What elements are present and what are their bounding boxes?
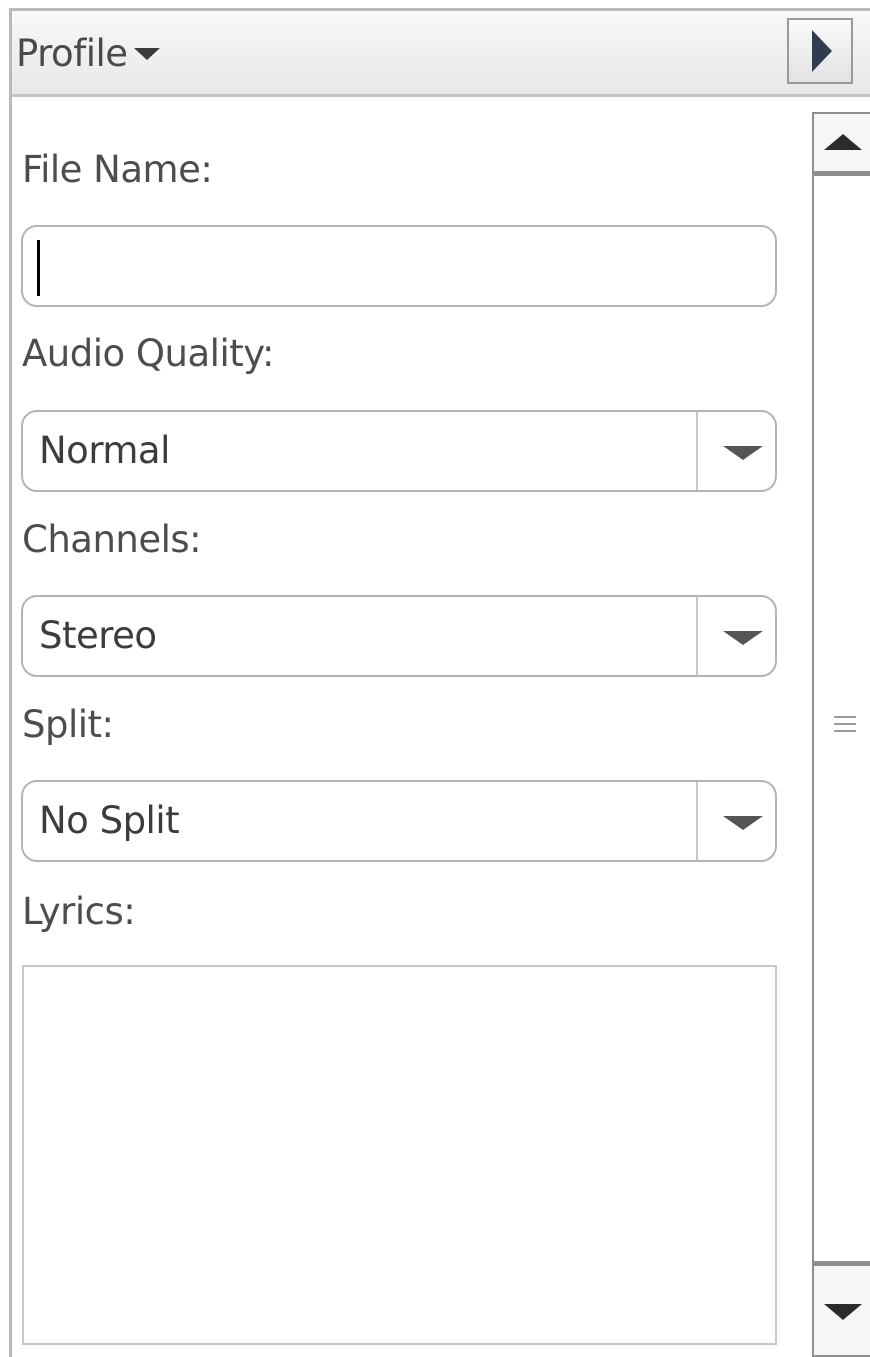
file-name-input[interactable]	[21, 225, 777, 307]
play-right-icon	[812, 30, 832, 72]
audio-quality-label: Audio Quality:	[22, 332, 274, 375]
chevron-down-icon[interactable]	[723, 446, 763, 460]
scroll-down-button[interactable]	[814, 1261, 870, 1355]
triangle-up-icon	[824, 134, 862, 150]
caret-down-icon	[133, 48, 160, 60]
split-select[interactable]: No Split	[21, 780, 777, 862]
text-caret	[37, 240, 40, 296]
channels-label: Channels:	[22, 518, 202, 561]
file-name-label: File Name:	[22, 148, 213, 191]
lyrics-textarea[interactable]	[22, 965, 777, 1345]
profile-menu[interactable]: Profile	[16, 25, 160, 81]
grip-lines-icon	[834, 716, 856, 737]
triangle-down-icon	[824, 1304, 862, 1320]
select-divider	[696, 782, 698, 860]
collapse-panel-button[interactable]	[787, 18, 853, 84]
vertical-scrollbar[interactable]	[812, 112, 870, 1357]
profile-panel: Profile File Name: Audio Quality: Normal…	[9, 8, 870, 1357]
panel-header: Profile	[12, 11, 870, 97]
lyrics-label: Lyrics:	[22, 890, 136, 933]
profile-menu-label: Profile	[16, 31, 128, 75]
audio-quality-value: Normal	[39, 429, 170, 472]
split-label: Split:	[22, 703, 114, 746]
chevron-down-icon[interactable]	[723, 816, 763, 830]
chevron-down-icon[interactable]	[723, 631, 763, 645]
audio-quality-select[interactable]: Normal	[21, 410, 777, 492]
channels-value: Stereo	[39, 614, 157, 657]
select-divider	[696, 597, 698, 675]
split-value: No Split	[39, 799, 180, 842]
scroll-up-button[interactable]	[814, 114, 870, 176]
scroll-thumb[interactable]	[814, 176, 870, 1261]
channels-select[interactable]: Stereo	[21, 595, 777, 677]
select-divider	[696, 412, 698, 490]
